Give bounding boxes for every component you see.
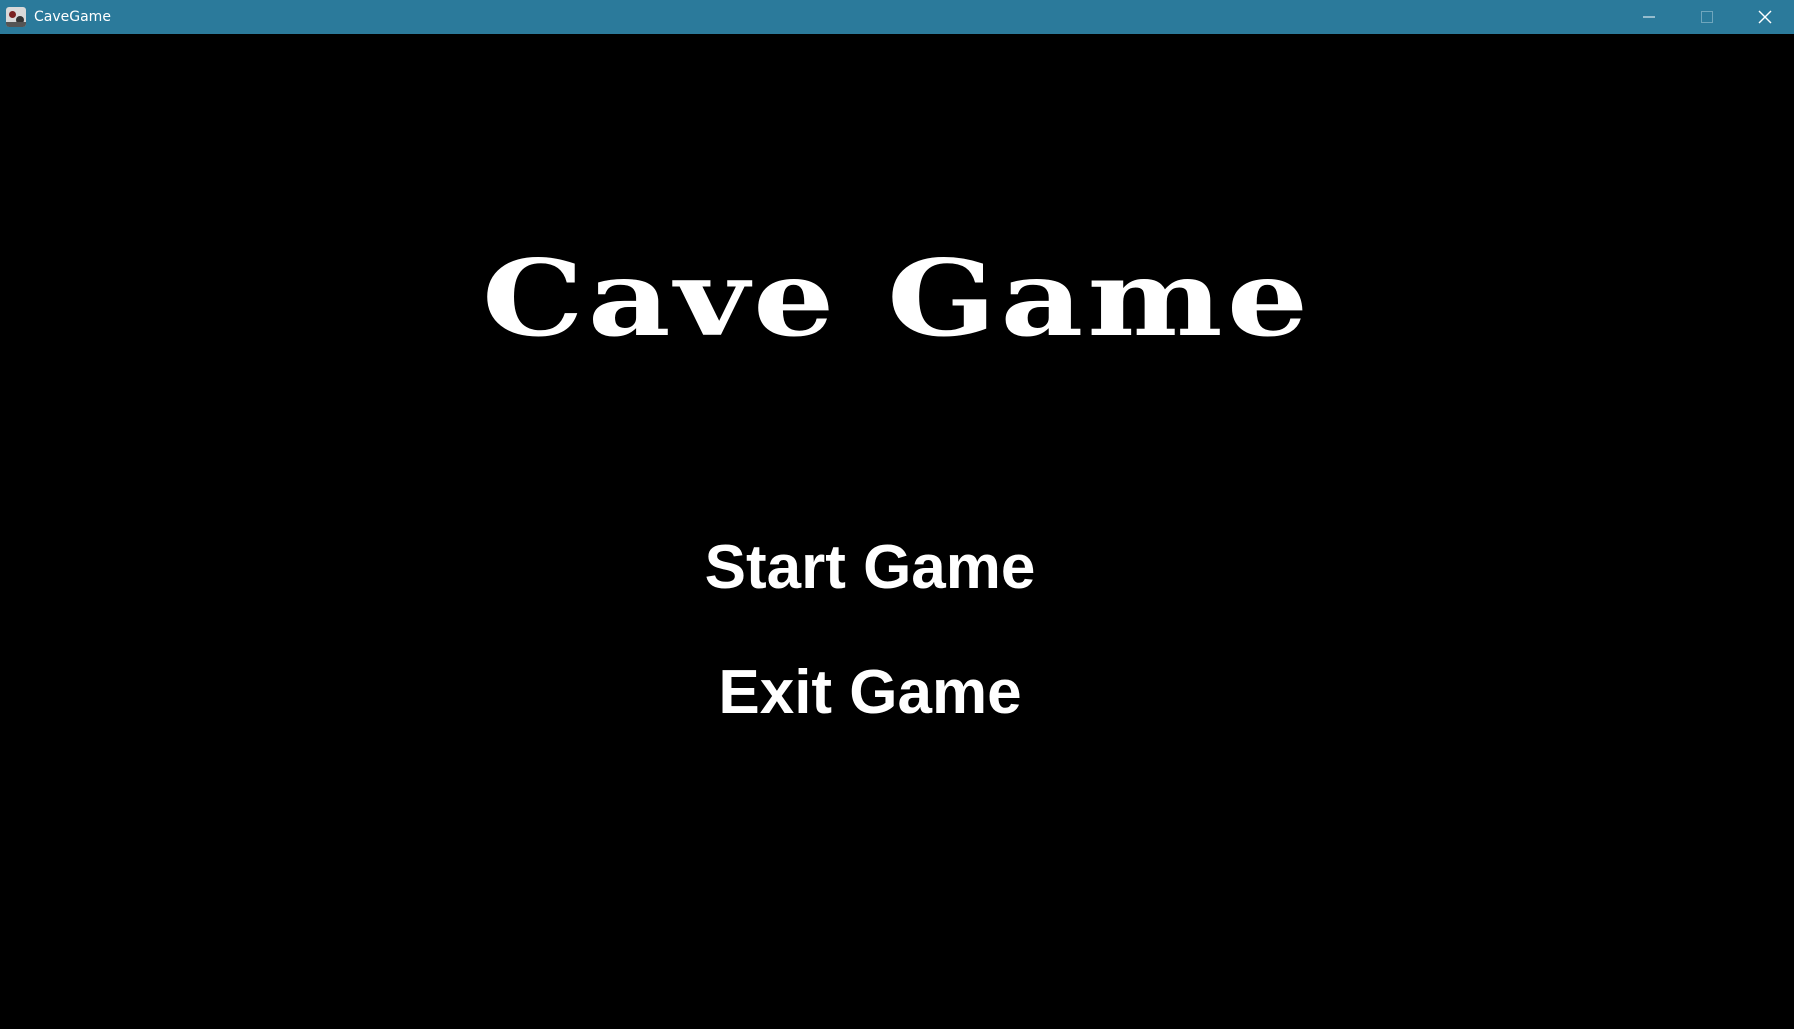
window-title: CaveGame (34, 9, 111, 25)
maximize-icon (1701, 11, 1713, 23)
minimize-icon (1643, 16, 1655, 18)
close-icon (1758, 10, 1772, 24)
window-controls (1620, 0, 1794, 34)
game-title: Cave Game (481, 237, 1313, 361)
start-game-button[interactable]: Start Game (0, 532, 1740, 604)
app-icon[interactable] (6, 7, 26, 27)
close-button[interactable] (1736, 0, 1794, 34)
exit-game-button[interactable]: Exit Game (0, 657, 1740, 729)
game-window: CaveGame Cave Game Start Game Exit Game (0, 0, 1794, 1029)
game-canvas[interactable]: Cave Game Start Game Exit Game (0, 34, 1794, 1029)
window-titlebar[interactable]: CaveGame (0, 0, 1794, 34)
minimize-button[interactable] (1620, 0, 1678, 34)
maximize-button[interactable] (1678, 0, 1736, 34)
